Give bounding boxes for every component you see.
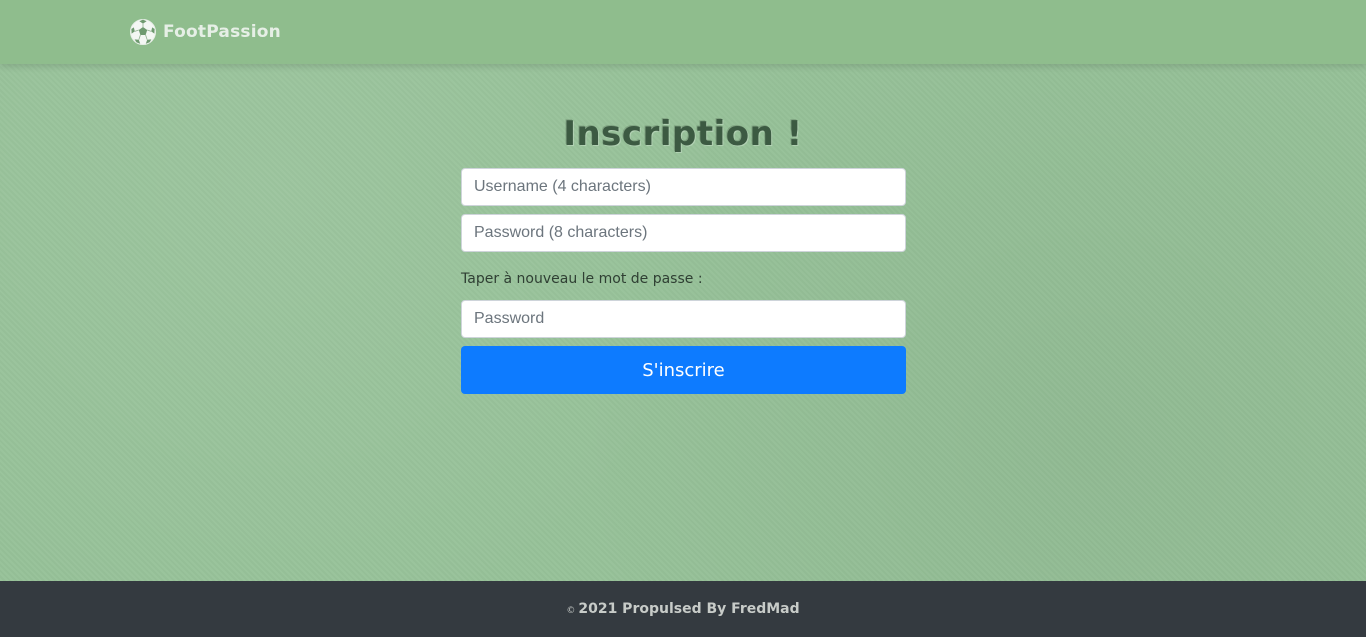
password-input[interactable] xyxy=(461,214,906,252)
brand-name: FootPassion xyxy=(163,22,281,42)
confirm-password-input[interactable] xyxy=(461,300,906,338)
footer-credit: 2021 Propulsed By FredMad xyxy=(578,601,800,617)
page-footer: © 2021 Propulsed By FredMad xyxy=(0,581,1366,637)
username-input[interactable] xyxy=(461,168,906,206)
page-title: Inscription ! xyxy=(563,114,803,154)
signup-button[interactable]: S'inscrire xyxy=(461,346,906,394)
main-content: Inscription ! Taper à nouveau le mot de … xyxy=(0,64,1366,581)
signup-form: Taper à nouveau le mot de passe : S'insc… xyxy=(461,168,906,394)
copyright-symbol: © xyxy=(566,606,576,616)
soccer-ball-icon xyxy=(129,18,157,46)
brand-link[interactable]: FootPassion xyxy=(129,17,281,47)
top-navbar: FootPassion xyxy=(0,0,1366,64)
repeat-password-label: Taper à nouveau le mot de passe : xyxy=(461,271,703,287)
